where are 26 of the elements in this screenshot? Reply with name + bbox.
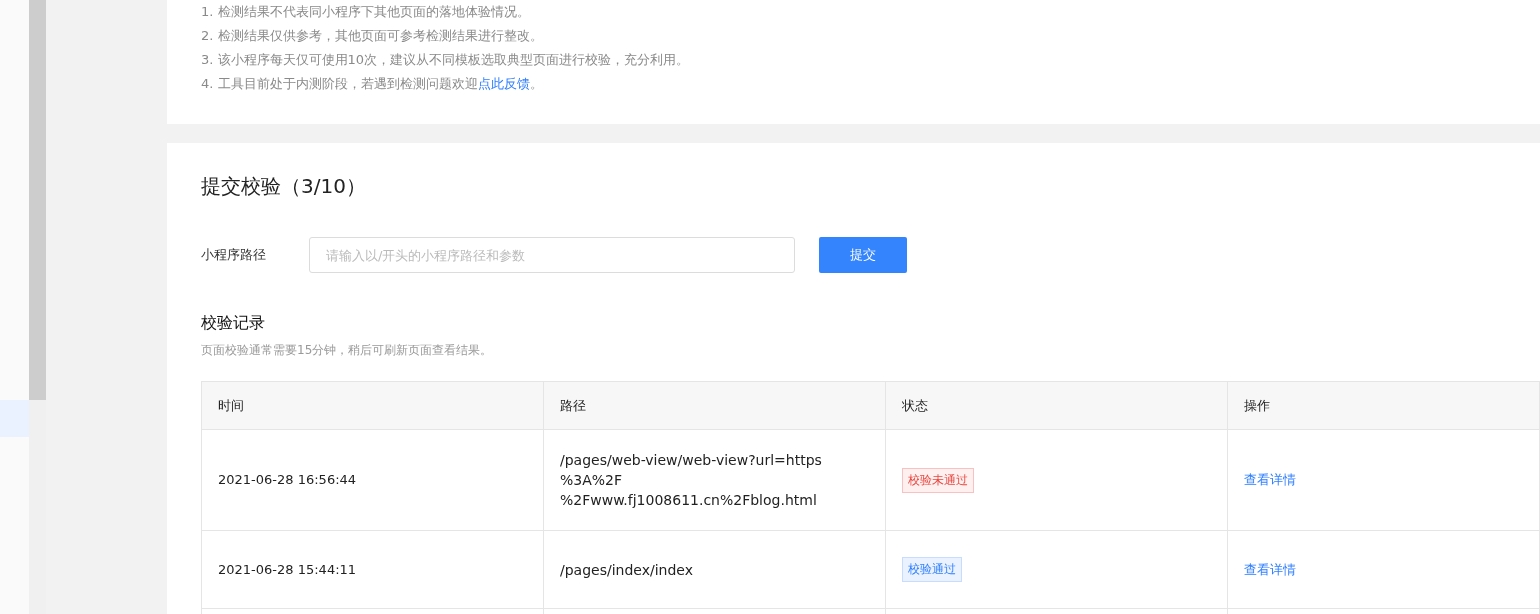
note-text: 2. 检测结果仅供参考，其他页面可参考检测结果进行整改。	[201, 27, 544, 45]
details-link[interactable]: 查看详情	[1244, 471, 1296, 489]
details-link[interactable]: 查看详情	[1244, 560, 1296, 579]
sidebar-item[interactable]	[0, 400, 29, 437]
time-cell-text: 2021-06-28 16:56:44	[218, 471, 357, 489]
path-cell-text: /pages/index/index	[560, 560, 693, 580]
note-text: 3. 该小程序每天仅可使用10次，建议从不同模板选取典型页面进行校验，充分利用。	[201, 51, 691, 69]
column-header: 操作	[1244, 396, 1270, 415]
note-text: 1. 检测结果不代表同小程序下其他页面的落地体验情况。	[201, 3, 531, 21]
submit-button[interactable]: 提交	[819, 237, 907, 273]
status-tag: 校验未通过	[902, 467, 974, 493]
scrollbar-thumb[interactable]	[29, 0, 46, 400]
path-cell-text: /pages/web-view/web-view?url=https %3A%2F %2Fwww.fj1008611.cn%2Fblog.html	[560, 451, 822, 510]
note-text: 4. 工具目前处于内测阶段，若遇到检测问题欢迎	[201, 76, 478, 91]
note-punctuation: 。	[529, 76, 543, 91]
feedback-link[interactable]: 点此反馈	[477, 76, 530, 91]
records-title: 校验记录	[201, 313, 266, 334]
section-title: 提交校验（3/10）	[201, 173, 367, 200]
time-cell-text: 2021-06-28 15:44:11	[218, 560, 357, 579]
status-tag: 校验通过	[902, 557, 962, 582]
path-input[interactable]: 请输入以/开头的小程序路径和参数	[309, 237, 795, 273]
column-header: 路径	[560, 396, 586, 415]
column-header: 时间	[218, 396, 244, 415]
column-header: 状态	[902, 396, 928, 415]
records-hint: 页面校验通常需要15分钟，稍后可刷新页面查看结果。	[201, 342, 494, 359]
field-label: 小程序路径	[201, 246, 267, 264]
